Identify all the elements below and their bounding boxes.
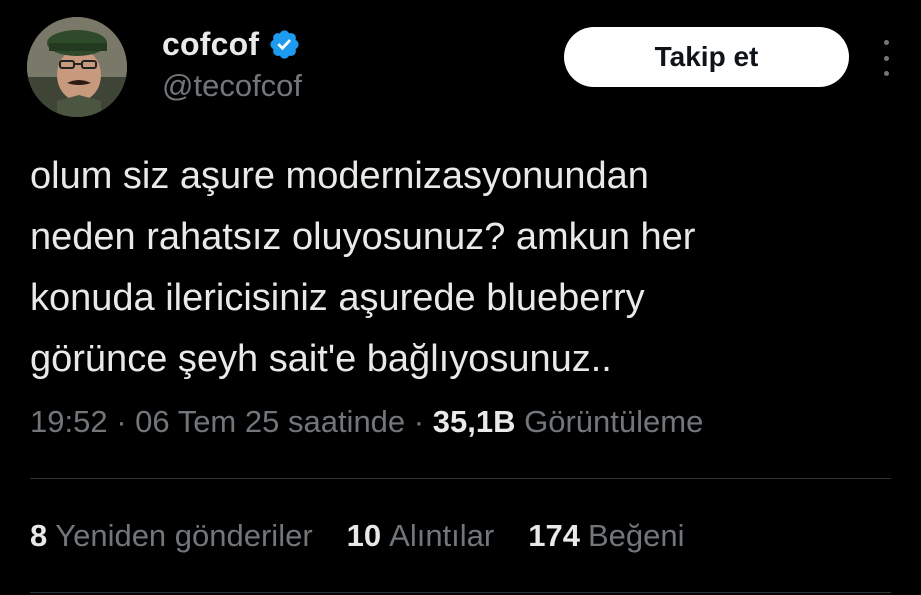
quotes-count: 10 — [346, 518, 382, 553]
views-label: Görüntüleme — [524, 404, 704, 439]
tweet-meta: 19:52 · 06 Tem 25 saatinde · 35,1B Görün… — [30, 404, 703, 440]
retweets-stat[interactable]: 8 Yeniden gönderiler — [30, 518, 313, 554]
tweet-text-line: olum siz aşure modernizasyonundan — [30, 155, 649, 197]
divider — [30, 478, 891, 479]
likes-count: 174 — [528, 518, 580, 553]
quotes-stat[interactable]: 10 Alıntılar — [347, 518, 495, 554]
tweet-date[interactable]: 06 Tem 25 saatinde — [135, 404, 405, 439]
meta-separator: · — [413, 404, 425, 439]
tweet-text-line: görünce şeyh sait'e bağlıyosunuz.. — [30, 338, 612, 380]
more-options-icon[interactable] — [878, 40, 894, 76]
retweets-label: Yeniden gönderiler — [55, 518, 313, 553]
verified-badge-icon[interactable] — [268, 28, 301, 61]
tweet-text-line: konuda ilericisiniz aşurede blueberry — [30, 277, 645, 319]
likes-label: Beğeni — [587, 518, 685, 553]
likes-stat[interactable]: 174 Beğeni — [528, 518, 684, 554]
avatar[interactable] — [27, 17, 127, 117]
avatar-image — [27, 17, 127, 117]
author-name-row: cofcof — [162, 24, 301, 64]
author-display-name[interactable]: cofcof — [162, 26, 259, 63]
follow-button[interactable]: Takip et — [564, 27, 849, 87]
meta-separator: · — [116, 404, 127, 439]
views-count: 35,1B — [432, 404, 516, 439]
tweet-text: olum siz aşure modernizasyonundan neden … — [30, 146, 890, 390]
retweets-count: 8 — [30, 518, 48, 553]
author-handle[interactable]: @tecofcof — [162, 68, 302, 104]
tweet-time[interactable]: 19:52 — [30, 404, 108, 439]
quotes-label: Alıntılar — [389, 518, 495, 553]
engagement-stats: 8 Yeniden gönderiler 10 Alıntılar 174 Beğen… — [30, 518, 719, 554]
tweet-text-line: neden rahatsız oluyosunuz? amkun her — [30, 216, 696, 258]
divider — [30, 592, 891, 593]
